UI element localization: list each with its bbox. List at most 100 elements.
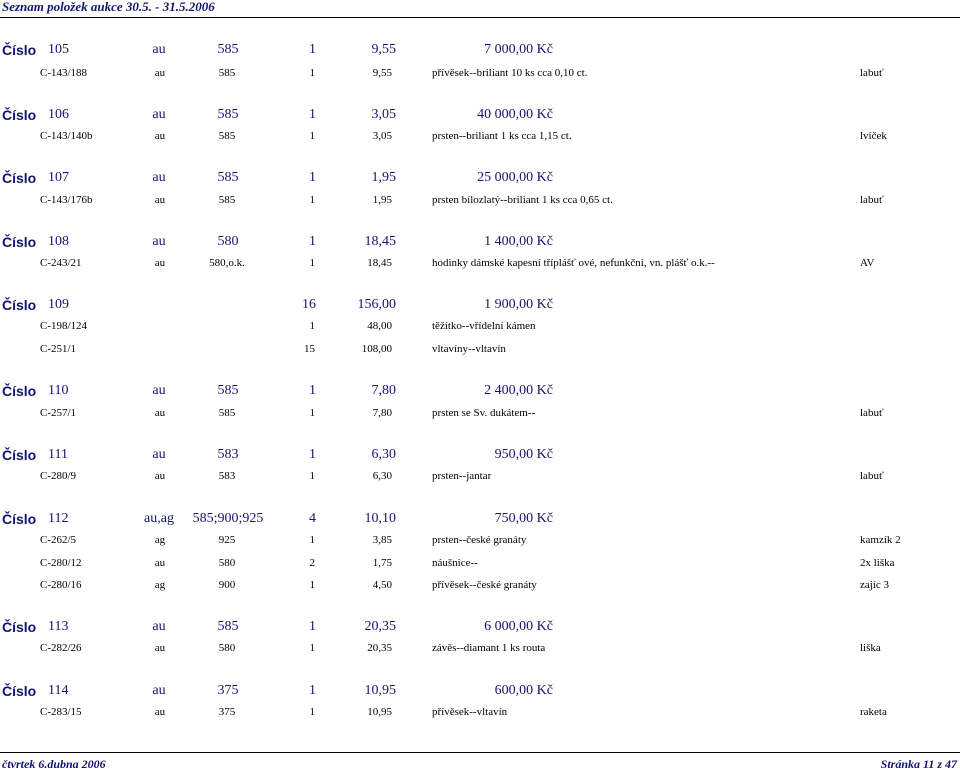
item-price: 6 000,00 Kč [484, 619, 553, 634]
piece-weight: 7,80 [372, 407, 392, 419]
piece-mark: zajíc 3 [860, 579, 890, 591]
piece-count: 1 [309, 642, 316, 654]
piece-row: C-280/16 ag 900 1 4,50 přívěsek--české g… [0, 578, 960, 592]
piece-mark: labuť [860, 407, 884, 419]
piece-code: C-262/5 [40, 534, 77, 546]
piece-mark: 2x liška [860, 557, 895, 569]
piece-count: 1 [309, 470, 316, 482]
piece-code: C-143/140b [40, 130, 93, 142]
piece-code: C-283/15 [40, 706, 82, 718]
piece-fineness: 585 [218, 67, 236, 79]
item-header: Číslo 106 au 585 1 3,05 40 000,00 Kč [0, 107, 960, 123]
item-fineness: 585;900;925 [192, 511, 264, 526]
item-weight: 18,45 [364, 234, 397, 249]
item-number: 113 [48, 619, 69, 634]
piece-metal: au [154, 130, 166, 142]
piece-description: prsten--jantar [432, 470, 492, 482]
piece-row: C-262/5 ag 925 1 3,85 prsten--české gran… [0, 533, 960, 547]
piece-count: 1 [309, 706, 316, 718]
piece-row: C-280/9 au 583 1 6,30 prsten--jantar lab… [0, 469, 960, 483]
piece-metal: au [154, 194, 166, 206]
piece-row: C-143/188 au 585 1 9,55 přívěsek--brilia… [0, 66, 960, 80]
item-header: Číslo 105 au 585 1 9,55 7 000,00 Kč [0, 42, 960, 58]
item-count: 16 [302, 297, 316, 312]
item-price: 750,00 Kč [494, 511, 553, 526]
item-weight: 9,55 [371, 42, 397, 57]
item-weight: 6,30 [371, 447, 397, 462]
piece-metal: au [154, 557, 166, 569]
item-fineness: 585 [217, 383, 239, 398]
piece-code: C-143/188 [40, 67, 88, 79]
piece-code: C-243/21 [40, 257, 82, 269]
item-number-label: Číslo [2, 511, 37, 527]
item-count: 1 [309, 383, 316, 398]
item-number: 112 [48, 511, 69, 526]
item-price: 950,00 Kč [494, 447, 553, 462]
item-number: 110 [48, 383, 69, 398]
piece-description: prsten se Sv. dukátem-- [432, 407, 536, 419]
piece-fineness: 585 [218, 194, 236, 206]
piece-count: 1 [309, 67, 316, 79]
piece-metal: au [154, 706, 166, 718]
item-price: 1 900,00 Kč [484, 297, 553, 312]
page-title: Seznam položek aukce 30.5. - 31.5.2006 [2, 0, 215, 14]
piece-metal: ag [154, 534, 166, 546]
item-price: 25 000,00 Kč [477, 170, 553, 185]
item-header: Číslo 113 au 585 1 20,35 6 000,00 Kč [0, 619, 960, 635]
piece-weight: 108,00 [361, 343, 392, 355]
piece-metal: ag [154, 579, 166, 591]
piece-row: C-198/124 1 48,00 těžítko--vřídelní káme… [0, 319, 960, 333]
piece-description: těžítko--vřídelní kámen [432, 320, 536, 332]
item-number-label: Číslo [2, 683, 37, 699]
item-header: Číslo 114 au 375 1 10,95 600,00 Kč [0, 683, 960, 699]
item-number: 108 [48, 234, 69, 249]
piece-row: C-251/1 15 108,00 vltavíny--vltavín [0, 342, 960, 356]
item-count: 1 [309, 42, 316, 57]
piece-count: 1 [309, 579, 316, 591]
item-weight: 10,10 [364, 511, 397, 526]
item-header: Číslo 112 au,ag 585;900;925 4 10,10 750,… [0, 511, 960, 527]
piece-code: C-143/176b [40, 194, 93, 206]
item-price: 2 400,00 Kč [484, 383, 553, 398]
piece-weight: 20,35 [367, 642, 392, 654]
footer-date: čtvrtek 6.dubna 2006 [2, 757, 106, 771]
piece-description: přívěsek--vltavín [432, 706, 508, 718]
page-number: Stránka 11 z 47 [880, 757, 957, 771]
footer-rule [0, 752, 960, 753]
item-price: 40 000,00 Kč [477, 107, 553, 122]
piece-count: 1 [309, 407, 316, 419]
piece-code: C-280/12 [40, 557, 82, 569]
piece-fineness: 585 [218, 407, 236, 419]
piece-description: přívěsek--české granáty [432, 579, 537, 591]
piece-description: náušnice-- [432, 557, 478, 569]
piece-fineness: 583 [218, 470, 236, 482]
piece-description: hodinky dámské kapesní tříplášť ové, nef… [432, 257, 715, 269]
item-count: 1 [309, 234, 316, 249]
piece-mark: labuť [860, 67, 884, 79]
item-header: Číslo 109 16 156,00 1 900,00 Kč [0, 297, 960, 313]
item-number-label: Číslo [2, 297, 37, 313]
piece-fineness: 585 [218, 130, 236, 142]
piece-mark: labuť [860, 194, 884, 206]
piece-mark: raketa [860, 706, 887, 718]
piece-mark: kamzík 2 [860, 534, 901, 546]
item-weight: 156,00 [357, 297, 397, 312]
piece-row: C-280/12 au 580 2 1,75 náušnice-- 2x liš… [0, 556, 960, 570]
piece-code: C-251/1 [40, 343, 77, 355]
title-rule [0, 17, 960, 18]
piece-fineness: 580,o.k. [209, 257, 245, 269]
piece-mark: liška [860, 642, 881, 654]
item-number-label: Číslo [2, 234, 37, 250]
item-number: 107 [48, 170, 69, 185]
piece-metal: au [154, 407, 166, 419]
piece-code: C-282/26 [40, 642, 82, 654]
piece-weight: 4,50 [372, 579, 392, 591]
piece-weight: 3,05 [372, 130, 392, 142]
piece-description: vltavíny--vltavín [432, 343, 506, 355]
piece-metal: au [154, 470, 166, 482]
piece-metal: au [154, 642, 166, 654]
piece-mark: labuť [860, 470, 884, 482]
piece-count: 15 [304, 343, 315, 355]
piece-weight: 18,45 [367, 257, 392, 269]
piece-row: C-143/140b au 585 1 3,05 prsten--brilian… [0, 129, 960, 143]
